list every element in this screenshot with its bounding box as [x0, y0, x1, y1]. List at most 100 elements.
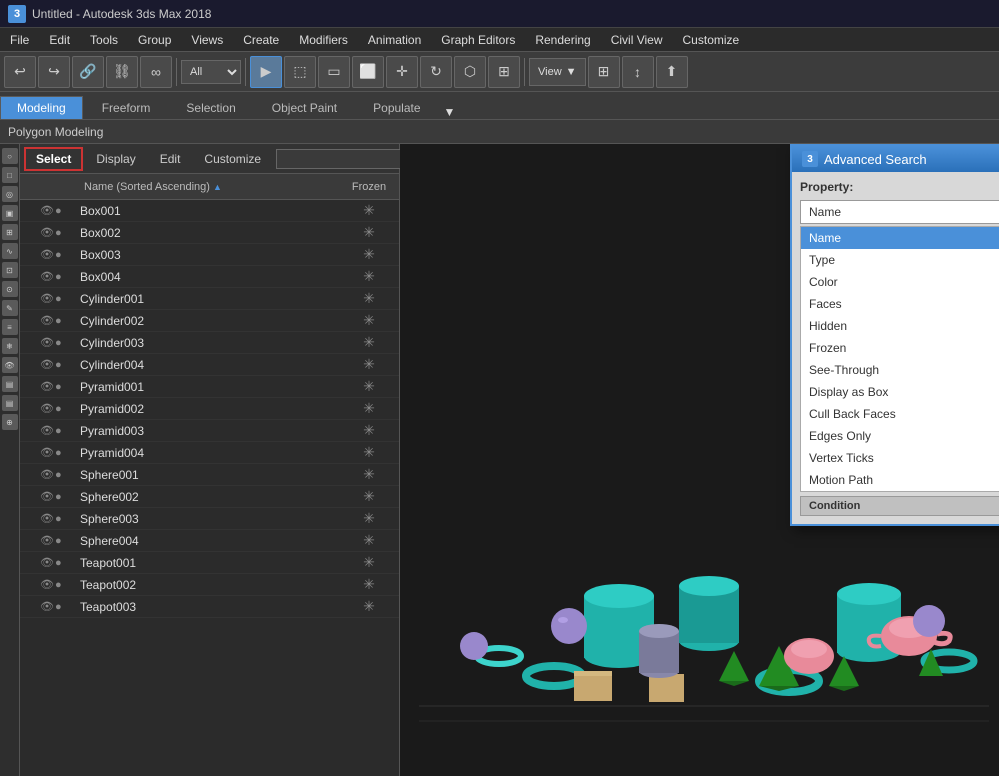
visibility-icon[interactable]: 👁 [40, 424, 54, 437]
left-icon-11[interactable]: ❄ [2, 338, 18, 354]
scene-row-pyramid004[interactable]: 👁 ● Pyramid004 ✳ [20, 442, 399, 464]
property-option-type[interactable]: Type [801, 249, 999, 271]
menu-animation[interactable]: Animation [358, 28, 431, 51]
unlink-button[interactable]: ⛓ [106, 56, 138, 88]
scene-row-teapot002[interactable]: 👁 ● Teapot002 ✳ [20, 574, 399, 596]
left-icon-2[interactable]: □ [2, 167, 18, 183]
scene-list[interactable]: 👁 ● Box001 ✳ 👁 ● Box002 ✳ 👁 ● Box003 ✳ [20, 200, 399, 776]
move-tool[interactable]: ✛ [386, 56, 418, 88]
col-name-header[interactable]: Name (Sorted Ascending) ▲ [80, 181, 339, 193]
visibility-icon[interactable]: 👁 [40, 556, 54, 569]
menu-tools[interactable]: Tools [80, 28, 128, 51]
scene-row-cylinder001[interactable]: 👁 ● Cylinder001 ✳ [20, 288, 399, 310]
select-filter-dropdown[interactable]: All [181, 60, 241, 84]
view-dropdown[interactable]: View ▼ [529, 58, 586, 86]
scene-row-pyramid001[interactable]: 👁 ● Pyramid001 ✳ [20, 376, 399, 398]
visibility-icon[interactable]: 👁 [40, 446, 54, 459]
scene-row-pyramid003[interactable]: 👁 ● Pyramid003 ✳ [20, 420, 399, 442]
dialog-title-bar[interactable]: 3 Advanced Search [792, 146, 999, 172]
visibility-icon[interactable]: 👁 [40, 270, 54, 283]
scene-row-cylinder004[interactable]: 👁 ● Cylinder004 ✳ [20, 354, 399, 376]
left-icon-5[interactable]: ⊞ [2, 224, 18, 240]
rotate-tool[interactable]: ↻ [420, 56, 452, 88]
redo-button[interactable]: ↪ [38, 56, 70, 88]
property-option-hidden[interactable]: Hidden [801, 315, 999, 337]
scene-row-box003[interactable]: 👁 ● Box003 ✳ [20, 244, 399, 266]
left-icon-8[interactable]: ⊙ [2, 281, 18, 297]
tab-modeling[interactable]: Modeling [0, 96, 83, 119]
scale-tool[interactable]: ⊞ [488, 56, 520, 88]
visibility-icon[interactable]: 👁 [40, 248, 54, 261]
ribbon-more[interactable]: ▼ [444, 105, 456, 119]
menu-edit[interactable]: Edit [39, 28, 80, 51]
visibility-icon[interactable]: 👁 [40, 204, 54, 217]
menu-civil-view[interactable]: Civil View [601, 28, 673, 51]
scene-row-teapot001[interactable]: 👁 ● Teapot001 ✳ [20, 552, 399, 574]
select-tool[interactable]: ▶ [250, 56, 282, 88]
tab-selection[interactable]: Selection [169, 96, 252, 119]
left-icon-3[interactable]: ◎ [2, 186, 18, 202]
left-icon-7[interactable]: ⊡ [2, 262, 18, 278]
scene-row-cylinder002[interactable]: 👁 ● Cylinder002 ✳ [20, 310, 399, 332]
scene-row-pyramid002[interactable]: 👁 ● Pyramid002 ✳ [20, 398, 399, 420]
property-option-display-as-box[interactable]: Display as Box [801, 381, 999, 403]
property-option-name[interactable]: Name [801, 227, 999, 249]
left-icon-12[interactable]: 👁 [2, 357, 18, 373]
tab-edit[interactable]: Edit [149, 148, 192, 170]
left-icon-13[interactable]: ▤ [2, 376, 18, 392]
visibility-icon[interactable]: 👁 [40, 534, 54, 547]
visibility-icon[interactable]: 👁 [40, 512, 54, 525]
property-option-vertex-ticks[interactable]: Vertex Ticks [801, 447, 999, 469]
left-icon-6[interactable]: ∿ [2, 243, 18, 259]
property-option-edges-only[interactable]: Edges Only [801, 425, 999, 447]
property-option-see-through[interactable]: See-Through [801, 359, 999, 381]
rectangular-select[interactable]: ▭ [318, 56, 350, 88]
property-option-faces[interactable]: Faces [801, 293, 999, 315]
visibility-icon[interactable]: 👁 [40, 600, 54, 613]
scene-row-sphere002[interactable]: 👁 ● Sphere002 ✳ [20, 486, 399, 508]
scene-row-teapot003[interactable]: 👁 ● Teapot003 ✳ [20, 596, 399, 618]
select-region-tool[interactable]: ⬚ [284, 56, 316, 88]
menu-customize[interactable]: Customize [673, 28, 750, 51]
menu-graph-editors[interactable]: Graph Editors [431, 28, 525, 51]
property-option-cull-back-faces[interactable]: Cull Back Faces [801, 403, 999, 425]
tab-select[interactable]: Select [24, 147, 83, 171]
visibility-icon[interactable]: 👁 [40, 358, 54, 371]
menu-create[interactable]: Create [233, 28, 289, 51]
property-option-frozen[interactable]: Frozen [801, 337, 999, 359]
tab-object-paint[interactable]: Object Paint [255, 96, 354, 119]
scene-row-box001[interactable]: 👁 ● Box001 ✳ [20, 200, 399, 222]
left-icon-4[interactable]: ▣ [2, 205, 18, 221]
menu-file[interactable]: File [0, 28, 39, 51]
menu-group[interactable]: Group [128, 28, 181, 51]
viewport-layout[interactable]: ⊞ [588, 56, 620, 88]
property-option-color[interactable]: Color [801, 271, 999, 293]
select-rotate[interactable]: ⬡ [454, 56, 486, 88]
menu-rendering[interactable]: Rendering [525, 28, 600, 51]
visibility-icon[interactable]: 👁 [40, 578, 54, 591]
visibility-icon[interactable]: 👁 [40, 292, 54, 305]
scene-row-sphere003[interactable]: 👁 ● Sphere003 ✳ [20, 508, 399, 530]
property-option-motion-path[interactable]: Motion Path [801, 469, 999, 491]
scene-row-cylinder003[interactable]: 👁 ● Cylinder003 ✳ [20, 332, 399, 354]
tab-populate[interactable]: Populate [356, 96, 437, 119]
visibility-icon[interactable]: 👁 [40, 490, 54, 503]
maximize-viewport[interactable]: ⬆ [656, 56, 688, 88]
visibility-icon[interactable]: 👁 [40, 336, 54, 349]
tab-freeform[interactable]: Freeform [85, 96, 168, 119]
left-icon-1[interactable]: ○ [2, 148, 18, 164]
scene-row-box004[interactable]: 👁 ● Box004 ✳ [20, 266, 399, 288]
undo-button[interactable]: ↩ [4, 56, 36, 88]
tab-customize-scene[interactable]: Customize [193, 148, 272, 170]
lasso-select[interactable]: ⬜ [352, 56, 384, 88]
left-icon-14[interactable]: ▤ [2, 395, 18, 411]
visibility-icon[interactable]: 👁 [40, 402, 54, 415]
visibility-icon[interactable]: 👁 [40, 380, 54, 393]
link-button[interactable]: 🔗 [72, 56, 104, 88]
visibility-icon[interactable]: 👁 [40, 314, 54, 327]
menu-views[interactable]: Views [181, 28, 233, 51]
menu-modifiers[interactable]: Modifiers [289, 28, 358, 51]
property-list-options[interactable]: NameTypeColorFacesHiddenFrozenSee-Throug… [800, 226, 999, 492]
scene-row-box002[interactable]: 👁 ● Box002 ✳ [20, 222, 399, 244]
viewport[interactable]: 3 Advanced Search Property: Condition: R… [400, 144, 999, 776]
